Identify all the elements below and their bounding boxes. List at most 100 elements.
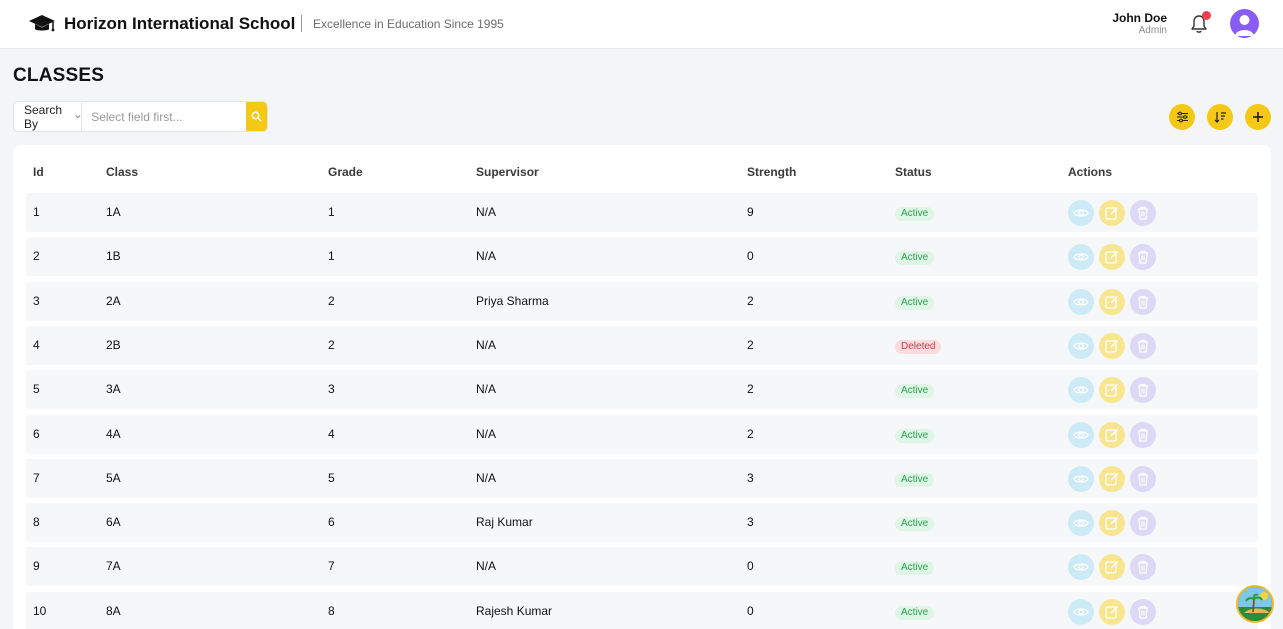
edit-button[interactable] [1099,598,1125,625]
cell-class: 1A [106,205,121,219]
edit-button[interactable] [1099,200,1125,226]
status-badge: Active [895,251,935,266]
trash-icon [1138,516,1148,530]
table-row: 1 1A 1 N/A 9 Active [26,193,1258,232]
trash-icon [1138,428,1148,442]
trash-icon [1138,605,1148,619]
status-badge: Active [895,295,935,310]
cell-supervisor: N/A [476,559,497,574]
edit-button[interactable] [1099,244,1125,271]
search-by-dropdown[interactable]: Search By [14,102,83,131]
view-button[interactable] [1068,510,1094,537]
edit-button[interactable] [1099,510,1125,537]
eye-icon [1073,563,1089,572]
eye-icon [1073,253,1089,261]
cell-strength: 0 [747,603,754,618]
school-tagline: Excellence in Education Since 1995 [313,17,504,31]
status-badge: Active [895,384,935,399]
cell-id: 1 [33,205,40,219]
edit-button[interactable] [1099,554,1125,581]
filter-button[interactable] [1169,104,1195,130]
edit-button[interactable] [1099,465,1125,492]
search-icon [251,111,262,122]
delete-button[interactable] [1130,421,1156,448]
column-header-grade: Grade [328,165,363,179]
edit-icon [1105,206,1119,220]
view-button[interactable] [1068,288,1094,315]
delete-button[interactable] [1130,554,1156,581]
delete-button[interactable] [1130,244,1156,271]
edit-button[interactable] [1099,377,1125,404]
cell-class: 1B [106,249,121,264]
table-row: 3 2A 2 Priya Sharma 2 Active [26,281,1258,321]
cell-strength: 0 [747,249,754,264]
eye-icon [1073,430,1089,439]
delete-button[interactable] [1130,288,1156,315]
view-button[interactable] [1068,465,1094,492]
cell-id: 10 [33,603,47,618]
edit-icon [1105,251,1119,264]
cell-class: 4A [106,426,121,441]
trash-icon [1138,472,1148,486]
table-row: 2 1B 1 N/A 0 Active [26,237,1258,277]
trash-icon [1138,561,1148,575]
cell-grade: 5 [328,470,335,485]
edit-button[interactable] [1099,332,1125,359]
cell-id: 4 [33,337,40,352]
cell-supervisor: N/A [476,470,497,485]
avatar[interactable] [1230,9,1259,38]
table-row: 8 6A 6 Raj Kumar 3 Active [26,503,1258,543]
column-header-status: Status [895,165,932,179]
view-button[interactable] [1068,200,1094,226]
delete-button[interactable] [1130,510,1156,537]
delete-button[interactable] [1130,332,1156,359]
eye-icon [1073,209,1089,217]
top-bar: Horizon International School Excellence … [0,0,1283,49]
cell-class: 6A [106,515,121,530]
cell-grade: 4 [328,426,335,441]
cell-supervisor: N/A [476,337,497,352]
edit-button[interactable] [1099,288,1125,315]
delete-button[interactable] [1130,200,1156,226]
table-row: 9 7A 7 N/A 0 Active [26,547,1258,587]
cell-supervisor: N/A [476,249,497,264]
cell-supervisor: Raj Kumar [476,515,533,530]
column-header-class: Class [106,165,139,179]
edit-icon [1105,605,1119,619]
edit-button[interactable] [1099,421,1125,448]
delete-button[interactable] [1130,598,1156,625]
cell-grade: 2 [328,293,335,308]
view-button[interactable] [1068,598,1094,625]
view-button[interactable] [1068,377,1094,404]
table-row: 10 8A 8 Rajesh Kumar 0 Active [26,591,1258,629]
cell-id: 2 [33,249,40,264]
status-badge: Deleted [895,339,942,354]
delete-button[interactable] [1130,465,1156,492]
add-class-button[interactable] [1245,104,1271,130]
cell-grade: 6 [328,515,335,530]
table-header: Id Class Grade Supervisor Strength Statu… [26,165,1258,181]
view-button[interactable] [1068,244,1094,271]
search-bar: Search By [13,101,268,132]
search-button[interactable] [246,102,267,131]
cell-strength: 2 [747,382,754,397]
trash-icon [1138,295,1148,309]
edit-icon [1105,561,1119,575]
edit-icon [1105,339,1119,353]
table-row: 4 2B 2 N/A 2 Deleted [26,325,1258,365]
search-input[interactable] [82,102,247,131]
view-button[interactable] [1068,421,1094,448]
cell-grade: 2 [328,337,335,352]
edit-icon [1105,472,1119,486]
plus-icon [1253,112,1263,122]
sort-button[interactable] [1207,104,1233,130]
column-header-id: Id [33,165,44,179]
user-icon [1235,15,1254,36]
page-title: CLASSES [13,65,105,86]
view-button[interactable] [1068,554,1094,581]
cell-strength: 2 [747,426,754,441]
delete-button[interactable] [1130,377,1156,404]
view-button[interactable] [1068,332,1094,359]
status-badge: Active [895,428,935,443]
assistant-fab[interactable] [1236,585,1274,623]
